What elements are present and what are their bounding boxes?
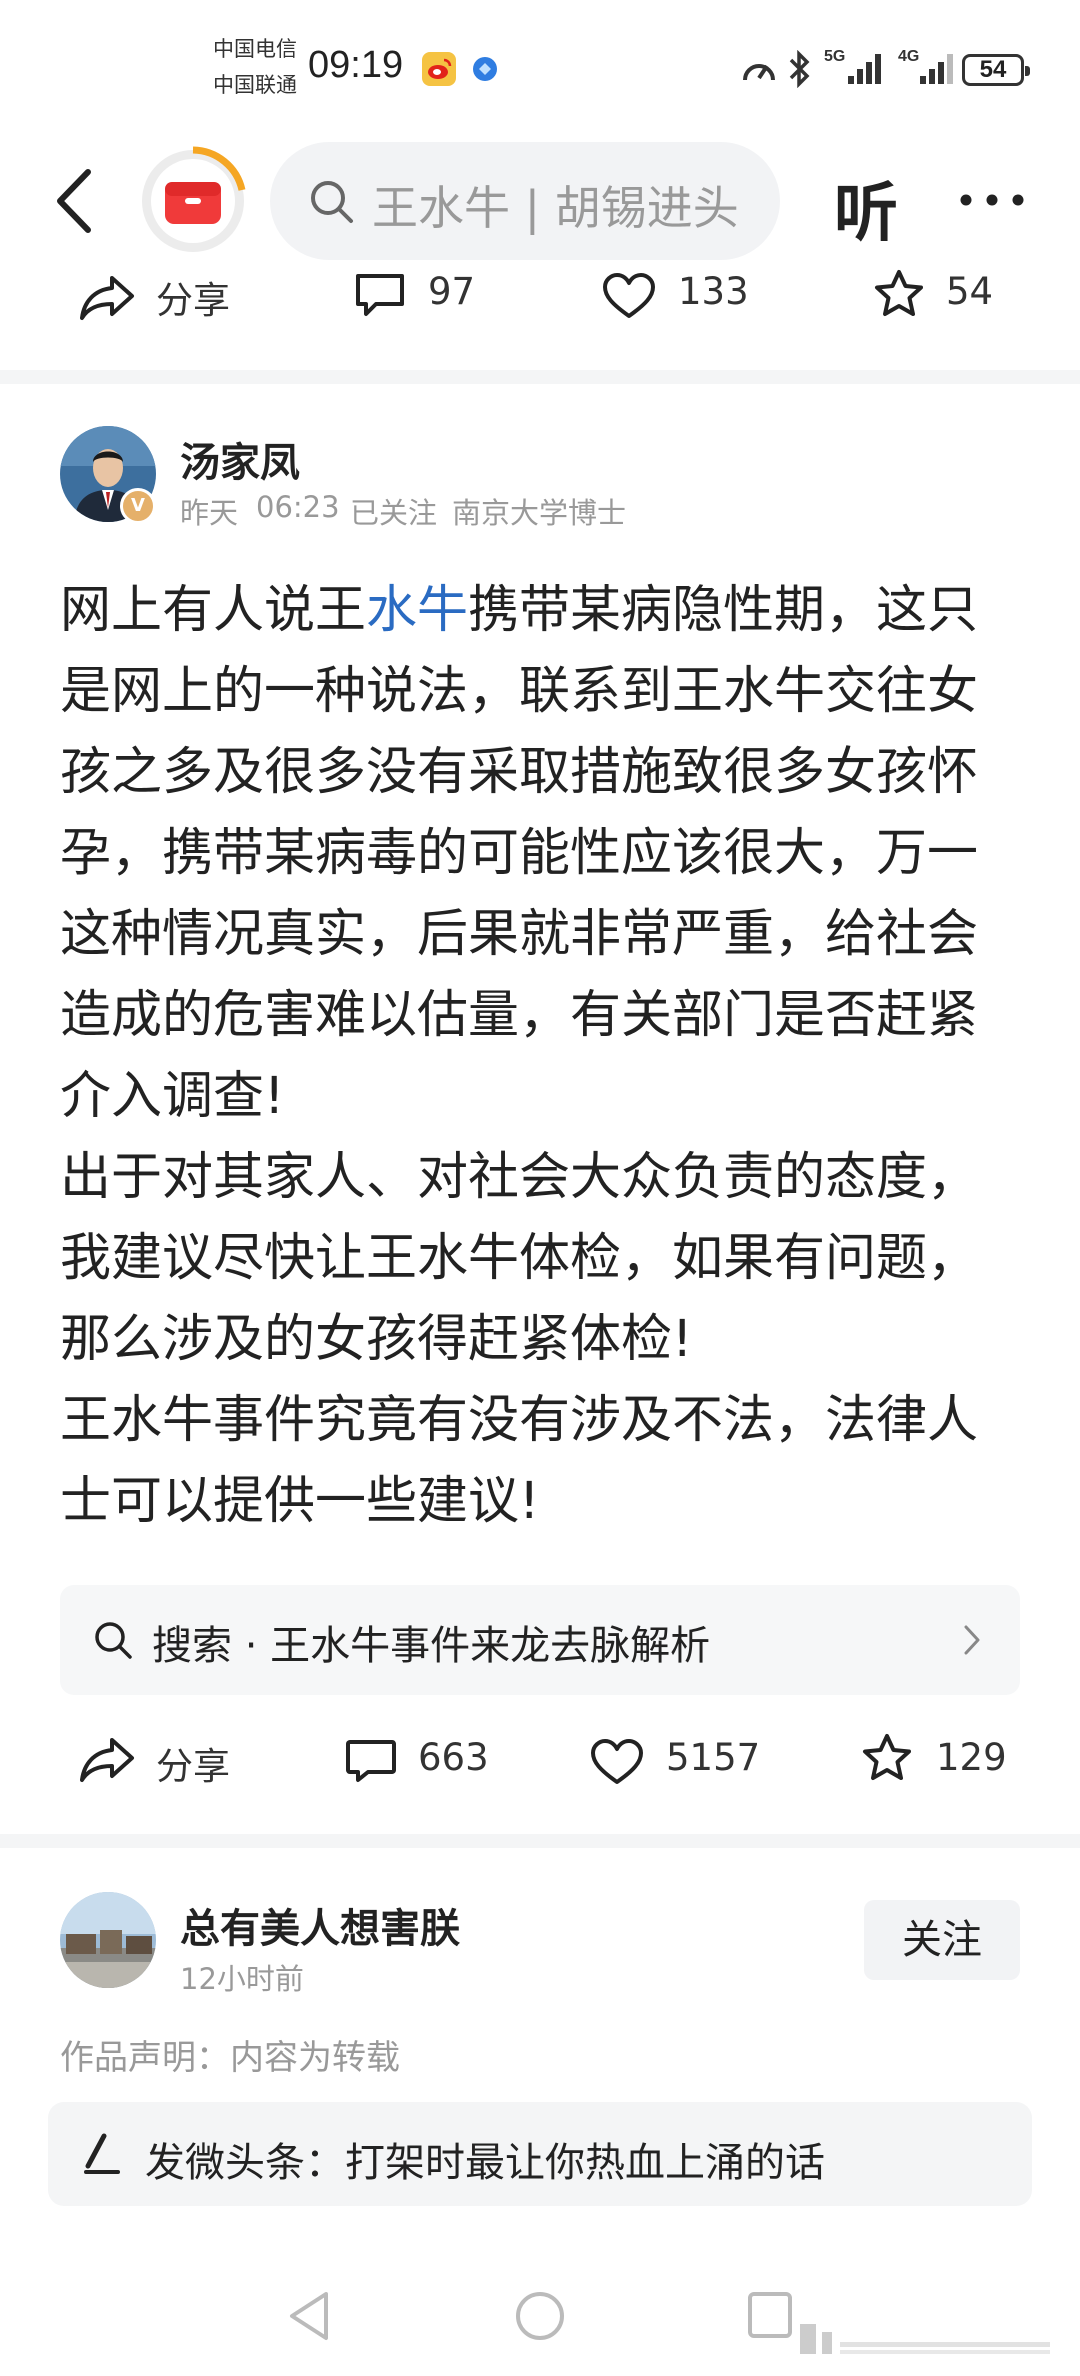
weibo-notification-icon bbox=[422, 52, 456, 86]
search-placeholder: 王水牛 | 胡锡进头 bbox=[372, 181, 739, 235]
like-count[interactable]: 5157 bbox=[666, 1736, 760, 1779]
related-search-text: 搜索 · 王水牛事件来龙去脉解析 bbox=[152, 1623, 711, 1669]
post-paragraph-3: 王水牛事件究竟有没有涉及不法，法律人士可以提供一些建议! bbox=[60, 1391, 979, 1531]
battery-indicator: 54 bbox=[962, 54, 1030, 86]
favorite-icon[interactable] bbox=[872, 268, 926, 320]
weitoutiao-prompt[interactable]: 发微头条：打架时最让你热血上涌的话 bbox=[48, 2102, 1032, 2206]
section-divider bbox=[0, 370, 1080, 384]
prev-like-count[interactable]: 133 bbox=[678, 270, 749, 313]
author-avatar[interactable] bbox=[60, 1892, 156, 1988]
page: { "status_bar": { "carrier1": "中国电信", "c… bbox=[0, 0, 1080, 2376]
favorite-icon[interactable] bbox=[860, 1732, 914, 1784]
prev-favorite-count[interactable]: 54 bbox=[946, 270, 993, 313]
listen-button[interactable]: 听 bbox=[834, 162, 898, 254]
search-bar[interactable]: 王水牛 | 胡锡进头 bbox=[270, 142, 780, 260]
share-icon[interactable] bbox=[78, 272, 136, 322]
clock: 09:19 bbox=[308, 44, 404, 86]
share-button[interactable]: 分享 bbox=[156, 1736, 230, 1790]
speed-icon bbox=[740, 52, 778, 86]
author-name[interactable]: 汤家凤 bbox=[180, 430, 300, 488]
post-date: 昨天 bbox=[180, 496, 239, 530]
follow-button[interactable]: 关注 bbox=[864, 1900, 1020, 1980]
carrier-2: 中国联通 bbox=[213, 73, 297, 97]
share-icon[interactable] bbox=[78, 1734, 136, 1784]
comment-count[interactable]: 663 bbox=[418, 1736, 489, 1779]
network-type-2: 4G bbox=[898, 48, 920, 65]
follow-status: 已关注 bbox=[350, 496, 438, 530]
weitoutiao-text: 发微头条：打架时最让你热血上涌的话 bbox=[145, 2140, 825, 2186]
comment-icon[interactable] bbox=[354, 272, 406, 318]
verified-badge-icon: V bbox=[120, 488, 156, 524]
post-body: 网上有人说王水牛携带某病隐性期，这只是网上的一种说法，联系到王水牛交往女孩之多及… bbox=[60, 570, 1000, 1542]
nav-back-icon[interactable] bbox=[284, 2288, 334, 2344]
app-notification-icon bbox=[470, 54, 500, 84]
toutiao-logo-icon[interactable] bbox=[138, 146, 248, 256]
pen-icon bbox=[82, 2132, 122, 2176]
favorite-count[interactable]: 129 bbox=[936, 1736, 1007, 1779]
nav-recents-icon[interactable] bbox=[746, 2290, 796, 2342]
next-post-time: 12小时前 bbox=[180, 1962, 304, 1996]
signal-icon-2 bbox=[918, 50, 958, 86]
post-paragraph-1: 网上有人说王水牛携带某病隐性期，这只是网上的一种说法，联系到王水牛交往女孩之多及… bbox=[60, 570, 1000, 1137]
related-search-card[interactable]: 搜索 · 王水牛事件来龙去脉解析 bbox=[60, 1585, 1020, 1695]
nav-home-icon[interactable] bbox=[514, 2290, 566, 2342]
search-icon bbox=[92, 1619, 134, 1661]
content-declaration: 作品声明：内容为转载 bbox=[60, 2038, 400, 2078]
signal-icon bbox=[846, 50, 886, 86]
carrier-1: 中国电信 bbox=[213, 37, 297, 61]
chevron-right-icon bbox=[962, 1623, 982, 1657]
like-icon[interactable] bbox=[590, 1738, 644, 1786]
section-divider bbox=[0, 1834, 1080, 1848]
prev-share-label[interactable]: 分享 bbox=[156, 270, 230, 324]
prev-comment-count[interactable]: 97 bbox=[428, 270, 475, 313]
comment-icon[interactable] bbox=[344, 1738, 398, 1786]
topic-link[interactable]: 水牛 bbox=[366, 581, 468, 640]
bluetooth-icon bbox=[786, 49, 812, 89]
author-tag: 南京大学博士 bbox=[452, 496, 627, 530]
more-icon[interactable] bbox=[958, 190, 1026, 210]
post-text: 网上有人说王 bbox=[60, 581, 367, 640]
post-paragraph-2: 出于对其家人、对社会大众负责的态度，我建议尽快让王水牛体检，如果有问题，那么涉及… bbox=[60, 1148, 979, 1369]
back-icon[interactable] bbox=[52, 166, 96, 236]
network-type-1: 5G bbox=[824, 48, 846, 65]
post-time: 06:23 bbox=[256, 490, 340, 524]
like-icon[interactable] bbox=[602, 272, 656, 320]
next-author-name[interactable]: 总有美人想害朕 bbox=[180, 1896, 460, 1954]
search-icon bbox=[308, 178, 356, 226]
post-text: 携带某病隐性期，这只是网上的一种说法，联系到王水牛交往女孩之多及很多没有采取措施… bbox=[60, 581, 979, 1126]
floating-toolbar-icon[interactable] bbox=[790, 2318, 1060, 2358]
